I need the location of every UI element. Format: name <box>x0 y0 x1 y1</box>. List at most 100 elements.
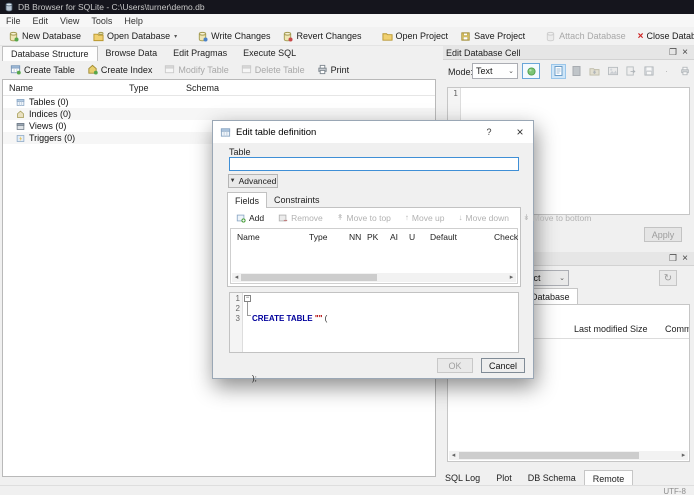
open-database-dropdown-icon[interactable]: ▾ <box>174 33 177 40</box>
table-label: Table <box>229 147 251 157</box>
tab-database-structure[interactable]: Database Structure <box>2 46 98 61</box>
dialog-close-button[interactable]: × <box>507 121 533 143</box>
scrollbar-thumb[interactable] <box>241 274 377 281</box>
save-project-button[interactable]: Save Project <box>454 28 531 45</box>
menu-tools[interactable]: Tools <box>85 15 118 27</box>
move-to-top-label: Move to top <box>346 212 391 223</box>
tree-item-tables[interactable]: Tables (0) <box>3 96 435 108</box>
move-to-bottom-button: ↡ Move to bottom <box>523 213 591 223</box>
add-icon <box>236 214 246 223</box>
reload-button: ↻ <box>659 270 677 286</box>
column-default[interactable]: Default <box>430 232 457 242</box>
views-icon <box>16 122 25 130</box>
open-database-button[interactable]: Open Database ▾ <box>87 28 183 45</box>
dialog-title-bar[interactable]: Edit table definition ? × <box>213 121 533 143</box>
save-as-icon[interactable] <box>641 64 656 79</box>
menu-view[interactable]: View <box>54 15 85 27</box>
revert-changes-button[interactable]: Revert Changes <box>276 28 367 45</box>
print-button[interactable]: Print <box>311 61 356 78</box>
advanced-button[interactable]: ▼ Advanced <box>228 174 278 188</box>
fields-tab-content: Add Remove ↟ Move to top ↑ Move up ↓ Mov… <box>227 207 591 287</box>
scroll-left-icon[interactable]: ◂ <box>232 273 241 282</box>
write-changes-button[interactable]: Write Changes <box>191 28 276 45</box>
tab-browse-data[interactable]: Browse Data <box>98 46 166 61</box>
fold-line <box>247 302 251 316</box>
remote-table-scrollbar[interactable]: ◂ ▸ <box>449 451 688 460</box>
title-bar: DB Browser for SQLite - C:\Users\turner\… <box>0 0 694 14</box>
open-project-label: Open Project <box>395 31 449 41</box>
scrollbar-thumb[interactable] <box>459 452 639 459</box>
structure-toolbar: Create Table Create Index Modify Table D… <box>2 61 437 78</box>
close-panel-icon[interactable]: × <box>679 47 691 58</box>
column-type[interactable]: Type <box>309 232 327 242</box>
move-to-bottom-icon: ↡ <box>522 213 530 222</box>
tab-constraints[interactable]: Constraints <box>267 192 327 208</box>
new-database-icon <box>9 31 19 42</box>
column-last-modified[interactable]: Last modified <box>574 324 628 334</box>
menu-file[interactable]: File <box>0 15 27 27</box>
column-nn[interactable]: NN <box>349 232 361 242</box>
column-size[interactable]: Size <box>630 324 648 334</box>
text-mode-icon[interactable] <box>551 63 566 79</box>
column-name[interactable]: Name <box>237 232 260 242</box>
fold-column: − <box>243 293 252 352</box>
binary-mode-icon[interactable] <box>569 64 584 79</box>
encoding-indicator[interactable]: UTF-8 <box>663 487 686 495</box>
sql-gutter: 1 2 3 <box>230 293 243 352</box>
null-value-icon[interactable]: · <box>659 64 674 79</box>
tab-fields[interactable]: Fields <box>227 192 268 208</box>
import-file-icon[interactable] <box>587 64 602 79</box>
column-ai[interactable]: AI <box>390 232 398 242</box>
scroll-left-icon[interactable]: ◂ <box>449 451 458 460</box>
new-database-button[interactable]: New Database <box>2 28 87 45</box>
open-database-label: Open Database <box>107 31 171 41</box>
tab-edit-pragmas[interactable]: Edit Pragmas <box>165 46 235 61</box>
column-name[interactable]: Name <box>9 83 33 93</box>
save-project-label: Save Project <box>474 31 526 41</box>
write-changes-icon <box>198 31 208 42</box>
mode-select[interactable]: Text ⌄ <box>472 63 518 79</box>
column-check[interactable]: Check <box>494 232 518 242</box>
cancel-button[interactable]: Cancel <box>481 358 525 373</box>
tree-item-indices[interactable]: Indices (0) <box>3 108 435 120</box>
menu-help[interactable]: Help <box>118 15 149 27</box>
line-number: 2 <box>235 304 240 313</box>
float-panel-icon[interactable]: ❐ <box>667 47 679 58</box>
move-to-top-icon: ↟ <box>336 213 344 222</box>
remove-icon <box>278 214 288 221</box>
edit-cell-toolbar: · <box>551 63 692 79</box>
attach-database-label: Attach Database <box>559 31 626 41</box>
column-u[interactable]: U <box>409 232 415 242</box>
create-index-button[interactable]: Create Index <box>81 61 159 78</box>
column-schema[interactable]: Schema <box>186 83 219 93</box>
column-commit[interactable]: Commit <box>665 324 689 334</box>
tab-execute-sql[interactable]: Execute SQL <box>235 46 304 61</box>
print-cell-icon[interactable] <box>677 64 692 79</box>
fold-collapse-icon[interactable]: − <box>244 295 251 302</box>
table-name-input[interactable] <box>229 157 519 171</box>
open-project-button[interactable]: Open Project <box>376 28 455 45</box>
scroll-right-icon[interactable]: ▸ <box>679 451 688 460</box>
auto-switch-mode-button[interactable] <box>522 63 540 79</box>
create-table-button[interactable]: Create Table <box>4 61 81 78</box>
auto-mode-icon <box>526 66 536 76</box>
close-panel-icon[interactable]: × <box>679 253 691 264</box>
scroll-right-icon[interactable]: ▸ <box>507 273 516 282</box>
print-icon <box>318 64 327 75</box>
edit-table-definition-dialog: Edit table definition ? × Table ▼ Advanc… <box>212 120 591 383</box>
help-button[interactable]: ? <box>476 121 502 143</box>
advanced-arrow-icon: ▼ <box>229 178 236 184</box>
close-database-icon: × <box>637 30 644 42</box>
tree-item-label: Triggers (0) <box>29 133 76 143</box>
column-type[interactable]: Type <box>129 83 149 93</box>
fields-grid-scrollbar[interactable]: ◂ ▸ <box>232 273 516 282</box>
export-file-icon[interactable] <box>623 64 638 79</box>
menu-edit[interactable]: Edit <box>27 15 55 27</box>
column-pk[interactable]: PK <box>367 232 378 242</box>
image-preview-icon[interactable] <box>605 64 620 79</box>
float-panel-icon[interactable]: ❐ <box>667 253 679 264</box>
move-down-button: ↓ Move down <box>459 213 509 223</box>
add-field-button[interactable]: Add <box>236 213 264 223</box>
sql-code: CREATE TABLE "" ( ); <box>252 293 327 383</box>
close-database-button[interactable]: × Close Database <box>632 28 694 45</box>
